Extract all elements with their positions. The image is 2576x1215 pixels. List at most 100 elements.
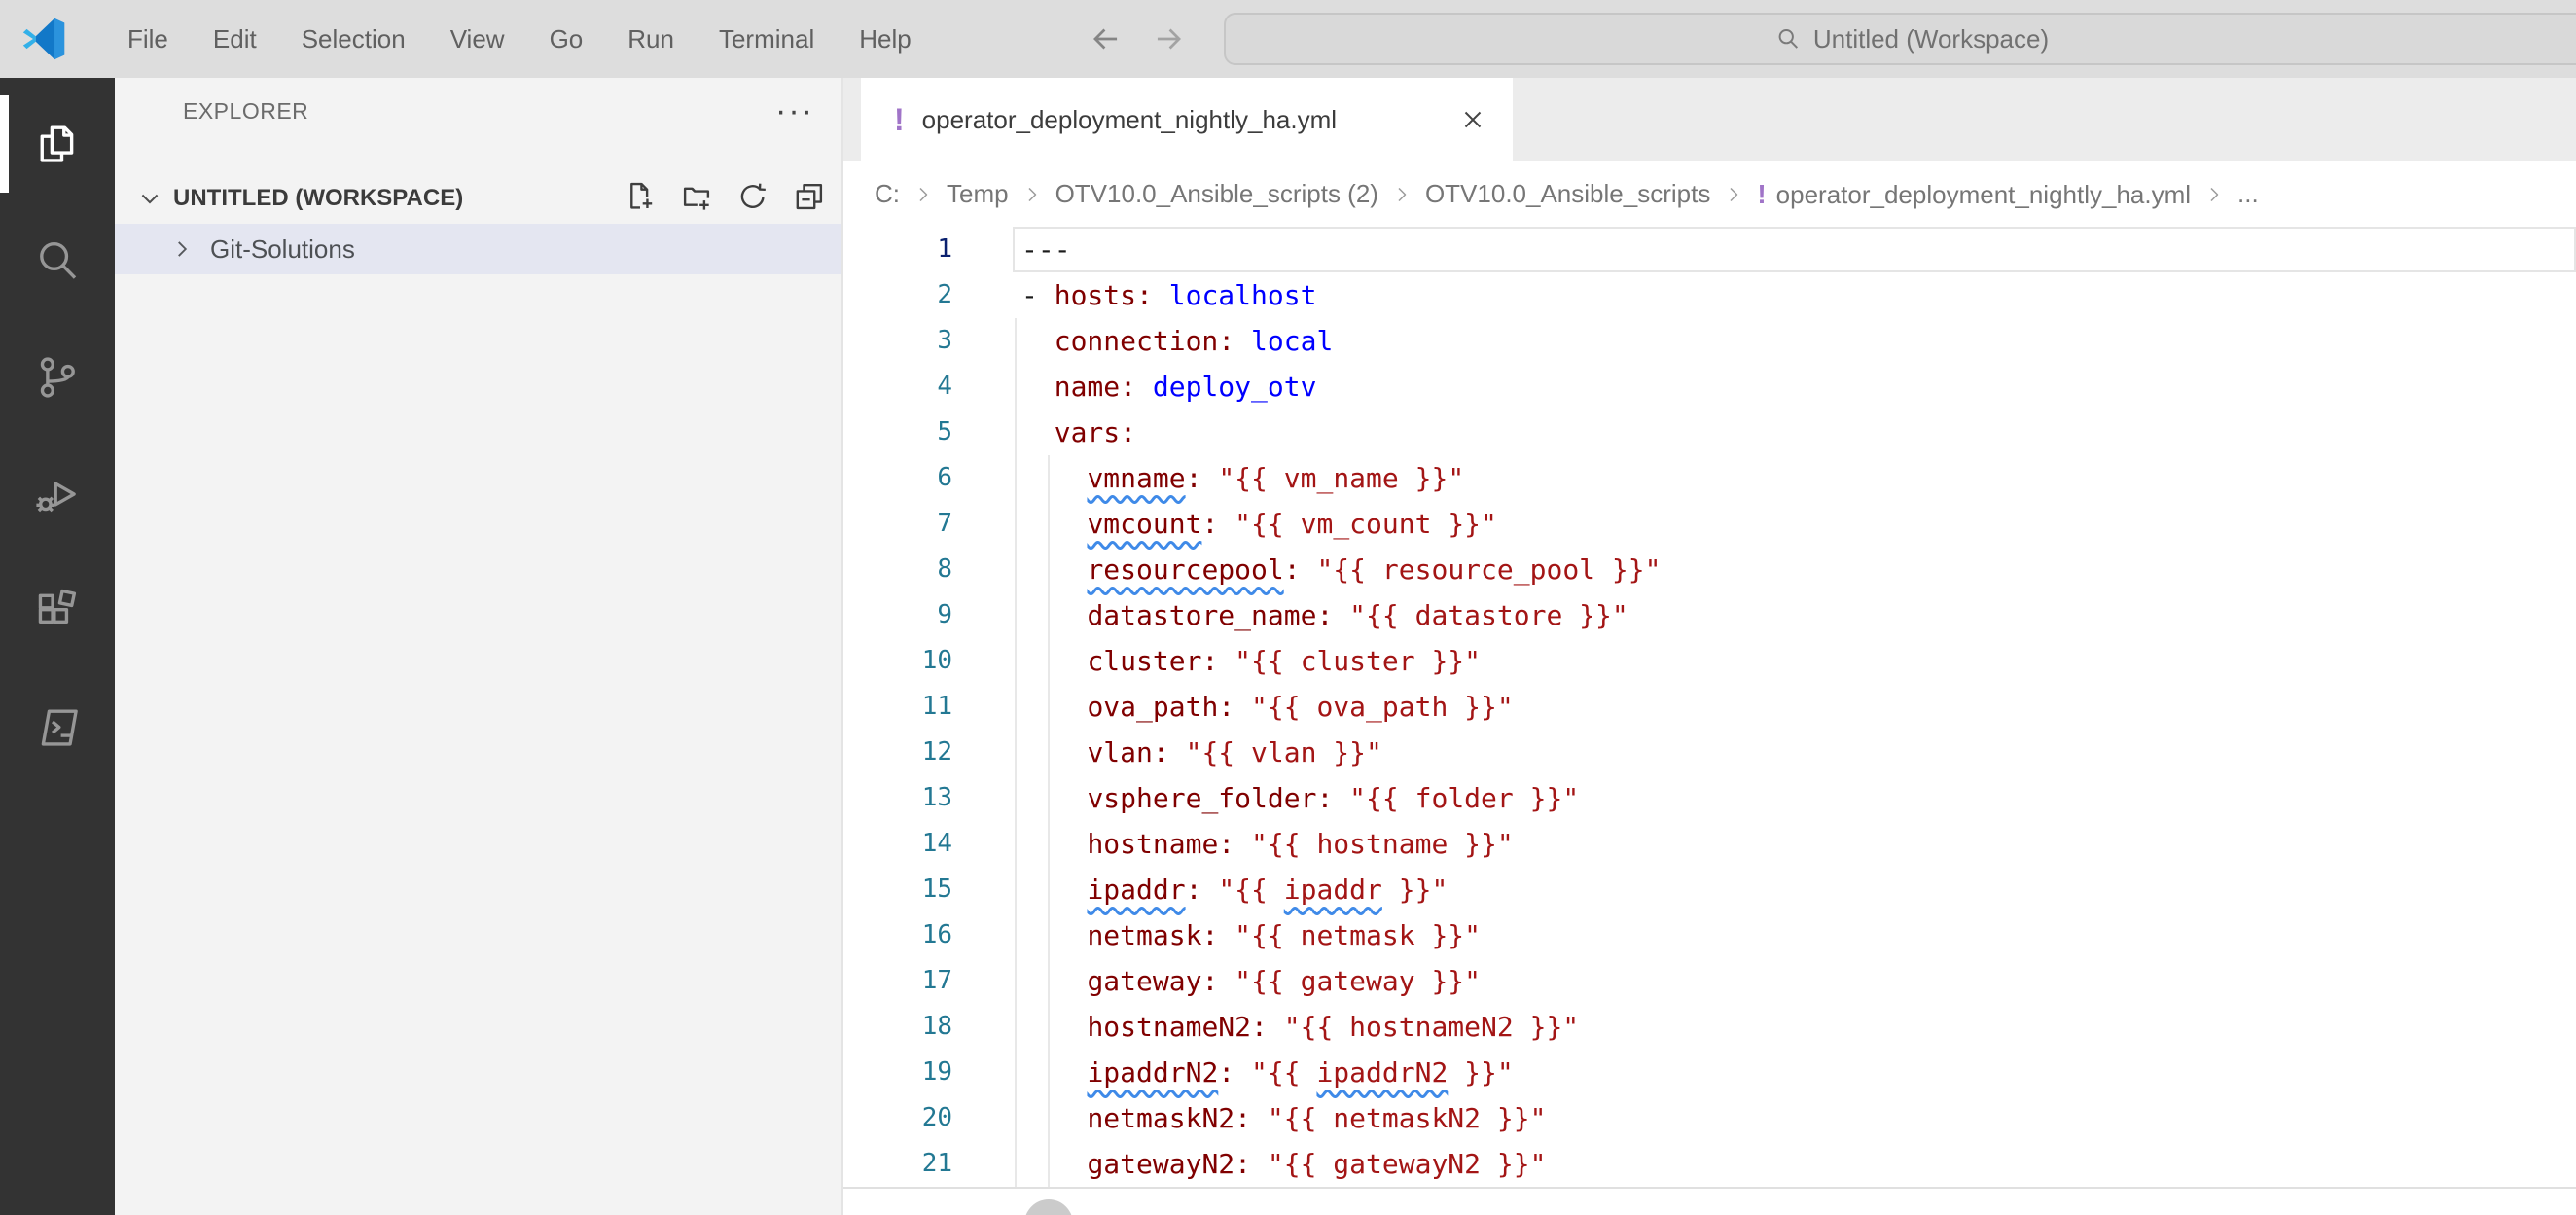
folder-label: Git-Solutions [210,234,355,265]
line-text: netmaskN2: "{{ netmaskN2 }}" [1021,1095,1546,1141]
breadcrumb-item-3[interactable]: OTV10.0_Ansible_scripts [1425,179,1710,209]
sidebar-pane-header: EXPLORER ··· [115,78,841,134]
editor-group: ! operator_deployment_nightly_ha.yml C: T… [841,78,2576,1215]
code-line-6[interactable]: 6 vmname: "{{ vm_name }}" [843,455,2576,501]
indent-guide [1015,684,1017,730]
forward-arrow-icon[interactable] [1150,20,1187,57]
activity-item-source-control[interactable] [0,321,115,438]
back-arrow-icon[interactable] [1088,20,1125,57]
code-line-16[interactable]: 16 netmask: "{{ netmask }}" [843,912,2576,958]
line-text: resourcepool: "{{ resource_pool }}" [1021,547,1661,592]
line-number: 9 [843,592,952,638]
line-text: vlan: "{{ vlan }}" [1021,730,1382,775]
indent-guide [1015,455,1017,501]
indent-guide [1015,364,1017,410]
menu-item-terminal[interactable]: Terminal [697,0,837,78]
line-number: 12 [843,730,952,775]
command-center-search[interactable]: Untitled (Workspace) [1224,13,2576,65]
activity-item-search[interactable] [0,204,115,321]
code-line-13[interactable]: 13 vsphere_folder: "{{ folder }}" [843,775,2576,821]
code-line-9[interactable]: 9 datastore_name: "{{ datastore }}" [843,592,2576,638]
close-icon[interactable] [1458,105,1487,134]
line-text: connection: local [1021,318,1333,364]
files-icon [31,118,84,175]
breadcrumb-item-2[interactable]: OTV10.0_Ansible_scripts (2) [1055,179,1378,209]
new-file-button[interactable] [622,178,659,220]
breadcrumb-separator-icon [2202,183,2226,206]
menu-bar: FileEditSelectionViewGoRunTerminalHelp [105,0,934,78]
menu-item-file[interactable]: File [105,0,191,78]
explorer-title: EXPLORER [183,98,308,125]
yaml-file-icon: ! [1757,179,1766,209]
code-line-20[interactable]: 20 netmaskN2: "{{ netmaskN2 }}" [843,1095,2576,1141]
breadcrumb-item-4[interactable]: !operator_deployment_nightly_ha.yml [1757,179,2191,210]
code-line-7[interactable]: 7 vmcount: "{{ vm_count }}" [843,501,2576,547]
line-number: 8 [843,547,952,592]
line-number: 2 [843,272,952,318]
workspace-section-header[interactable]: UNTITLED (WORKSPACE) [115,173,841,224]
breadcrumb-label: OTV10.0_Ansible_scripts [1425,179,1710,208]
line-number: 14 [843,821,952,867]
menu-item-edit[interactable]: Edit [191,0,279,78]
indent-guide [1015,547,1017,592]
code-line-8[interactable]: 8 resourcepool: "{{ resource_pool }}" [843,547,2576,592]
search-icon [31,234,84,292]
chevron-right-icon [169,236,195,262]
collapse-all-button[interactable] [791,178,828,220]
breadcrumb-item-5[interactable]: ... [2237,179,2259,209]
code-editor[interactable]: 1---2- hosts: localhost3 connection: loc… [843,227,2576,1215]
code-line-4[interactable]: 4 name: deploy_otv [843,364,2576,410]
extensions-icon [31,585,84,642]
code-line-19[interactable]: 19 ipaddrN2: "{{ ipaddrN2 }}" [843,1050,2576,1095]
sidebar-item-git-solutions[interactable]: Git-Solutions [115,224,841,274]
line-text: vsphere_folder: "{{ folder }}" [1021,775,1579,821]
code-line-12[interactable]: 12 vlan: "{{ vlan }}" [843,730,2576,775]
line-text: hostnameN2: "{{ hostnameN2 }}" [1021,1004,1579,1050]
code-lines: 1---2- hosts: localhost3 connection: loc… [843,227,2576,1187]
yaml-file-icon: ! [894,102,905,138]
code-line-14[interactable]: 14 hostname: "{{ hostname }}" [843,821,2576,867]
more-actions-icon[interactable]: ··· [775,101,814,121]
code-line-18[interactable]: 18 hostnameN2: "{{ hostnameN2 }}" [843,1004,2576,1050]
breadcrumb-item-1[interactable]: Temp [947,179,1009,209]
new-folder-button[interactable] [678,178,715,220]
code-line-1[interactable]: 1--- [843,227,2576,272]
indent-guide [1015,1095,1017,1141]
active-indicator [0,95,9,193]
activity-item-extensions[interactable] [0,554,115,671]
partial-circle-widget [1024,1199,1073,1215]
code-line-3[interactable]: 3 connection: local [843,318,2576,364]
code-line-17[interactable]: 17 gateway: "{{ gateway }}" [843,958,2576,1004]
activity-item-terminal[interactable] [0,671,115,788]
search-icon [1774,25,1802,53]
menu-item-view[interactable]: View [428,0,527,78]
refresh-button[interactable] [734,178,771,220]
menu-item-run[interactable]: Run [605,0,697,78]
breadcrumb-separator-icon [1722,183,1745,206]
line-text: ova_path: "{{ ova_path }}" [1021,684,1514,730]
indent-guide [1015,1050,1017,1095]
editor-bottom-divider [843,1187,2576,1189]
line-text: vmcount: "{{ vm_count }}" [1021,501,1497,547]
indent-guide [1015,867,1017,912]
line-text: ipaddr: "{{ ipaddr }}" [1021,867,1448,912]
activity-item-files[interactable] [0,88,115,204]
code-line-10[interactable]: 10 cluster: "{{ cluster }}" [843,638,2576,684]
code-line-11[interactable]: 11 ova_path: "{{ ova_path }}" [843,684,2576,730]
tab-operator-deployment[interactable]: ! operator_deployment_nightly_ha.yml [861,78,1513,161]
activity-item-run-debug[interactable] [0,438,115,554]
menu-item-selection[interactable]: Selection [279,0,428,78]
line-number: 5 [843,410,952,455]
menu-item-go[interactable]: Go [527,0,606,78]
line-number: 7 [843,501,952,547]
code-line-15[interactable]: 15 ipaddr: "{{ ipaddr }}" [843,867,2576,912]
menu-item-help[interactable]: Help [837,0,933,78]
tab-bar: ! operator_deployment_nightly_ha.yml [843,78,2576,161]
line-number: 6 [843,455,952,501]
code-line-5[interactable]: 5 vars: [843,410,2576,455]
line-text: datastore_name: "{{ datastore }}" [1021,592,1628,638]
breadcrumbs: C: Temp OTV10.0_Ansible_scripts (2) OTV10.0… [843,161,2576,227]
code-line-21[interactable]: 21 gatewayN2: "{{ gatewayN2 }}" [843,1141,2576,1187]
code-line-2[interactable]: 2- hosts: localhost [843,272,2576,318]
breadcrumb-item-0[interactable]: C: [875,179,900,209]
